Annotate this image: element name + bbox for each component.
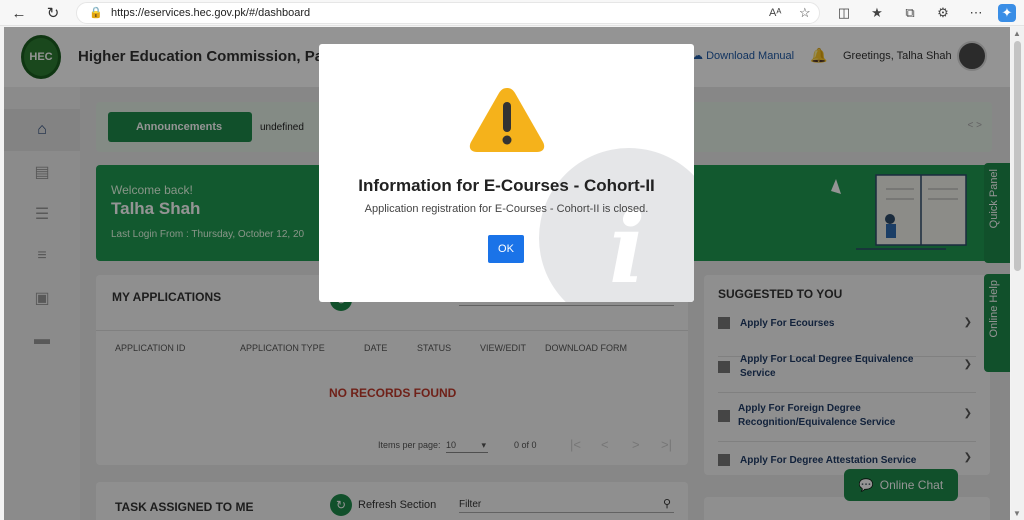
page: HEC Higher Education Commission, Pa ☁ Do… bbox=[4, 27, 1010, 520]
lock-icon: 🔒 bbox=[89, 7, 103, 19]
url-text: https://eservices.hec.gov.pk/#/dashboard bbox=[111, 7, 311, 19]
browser-toolbar: ← ↻ 🔒 https://eservices.hec.gov.pk/#/das… bbox=[0, 0, 1024, 26]
address-bar[interactable]: 🔒 https://eservices.hec.gov.pk/#/dashboa… bbox=[76, 2, 820, 24]
favorites-icon[interactable]: ★ bbox=[868, 4, 886, 22]
ok-button[interactable]: OK bbox=[488, 235, 524, 263]
scrollbar[interactable]: ▲ ▼ bbox=[1011, 27, 1024, 520]
favorite-star-icon[interactable]: ☆ bbox=[799, 5, 811, 21]
copilot-icon[interactable]: ✦ bbox=[998, 4, 1016, 22]
read-aloud-icon[interactable]: Aᴬ bbox=[769, 7, 781, 19]
extensions-icon[interactable]: ⚙ bbox=[934, 4, 952, 22]
modal-message: Application registration for E-Courses -… bbox=[364, 203, 649, 215]
reload-icon[interactable]: ↻ bbox=[42, 3, 64, 23]
scroll-down-icon[interactable]: ▼ bbox=[1013, 509, 1021, 518]
warning-icon bbox=[469, 88, 545, 152]
collections-icon[interactable]: ⧉ bbox=[901, 4, 919, 22]
info-modal: i Information for E-Courses - Cohort-II … bbox=[319, 44, 694, 302]
more-menu-icon[interactable]: ⋯ bbox=[967, 4, 985, 22]
scroll-thumb[interactable] bbox=[1014, 41, 1021, 271]
scroll-up-icon[interactable]: ▲ bbox=[1013, 29, 1021, 38]
split-screen-icon[interactable]: ◫ bbox=[835, 4, 853, 22]
back-icon[interactable]: ← bbox=[8, 3, 30, 23]
modal-title: Information for E-Courses - Cohort-II bbox=[358, 176, 655, 195]
